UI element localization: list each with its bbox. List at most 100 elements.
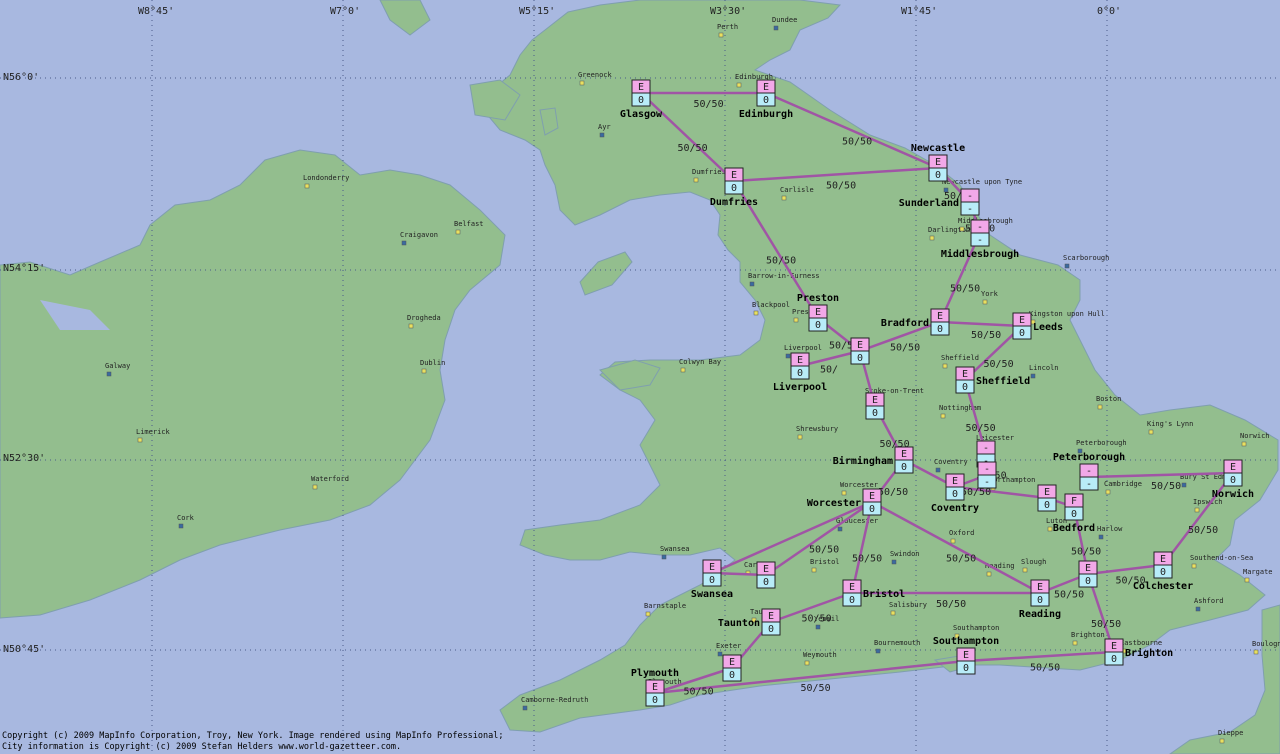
city-name: Dumfries	[710, 196, 758, 208]
node-top-value: E	[869, 491, 875, 502]
node-bottom-value: 0	[1085, 576, 1091, 587]
city-node[interactable]: E0	[722, 654, 742, 682]
city-name: Reading	[1019, 608, 1061, 620]
route-label: 50/50	[936, 599, 966, 610]
node-bottom-value: 0	[869, 504, 875, 515]
node-top-value: E	[952, 476, 958, 487]
svg-text:Ayr: Ayr	[598, 123, 611, 131]
lon-label: W5°15'	[519, 6, 555, 17]
node-bottom-value: 0	[797, 368, 803, 379]
svg-text:Sheffield: Sheffield	[941, 354, 979, 362]
node-bottom-value: 0	[1019, 328, 1025, 339]
node-bottom-value: 0	[638, 95, 644, 106]
city-name: Sheffield	[976, 375, 1030, 387]
svg-text:Kingston upon Hull: Kingston upon Hull	[1029, 310, 1105, 318]
svg-text:Cork: Cork	[177, 514, 195, 522]
city-name: Norwich	[1212, 488, 1254, 500]
node-bottom-value: 0	[1230, 475, 1236, 486]
node-top-value: E	[1160, 554, 1166, 565]
svg-text:Weymouth: Weymouth	[803, 651, 837, 659]
node-bottom-value: 0	[763, 95, 769, 106]
svg-text:Camborne-Redruth: Camborne-Redruth	[521, 696, 588, 704]
node-bottom-value: 0	[963, 663, 969, 674]
credit-line: City information is Copyright (c) 2009 S…	[2, 742, 402, 752]
route-label: 50/50	[694, 99, 724, 110]
city-node[interactable]: E0	[865, 392, 885, 420]
svg-text:King's Lynn: King's Lynn	[1147, 420, 1193, 428]
node-bottom-value: -	[967, 204, 973, 215]
svg-text:Barrow-in-Furness: Barrow-in-Furness	[748, 272, 820, 280]
svg-text:Margate: Margate	[1243, 568, 1273, 576]
route-label: 50/50	[1188, 525, 1218, 536]
node-top-value: E	[1085, 563, 1091, 574]
city-name: Leeds	[1033, 322, 1063, 333]
svg-text:Dublin: Dublin	[420, 359, 445, 367]
svg-text:Bournemouth: Bournemouth	[874, 639, 920, 647]
route-label: 50/50	[890, 343, 920, 354]
svg-text:Slough: Slough	[1021, 558, 1046, 566]
svg-text:Boulogne: Boulogne	[1252, 640, 1280, 648]
city-name: Peterborough	[1053, 452, 1125, 463]
city-node[interactable]: E0	[756, 561, 776, 589]
route-label: 50/50	[842, 137, 872, 148]
svg-text:Boston: Boston	[1096, 395, 1121, 403]
city-name: Middlesbrough	[941, 248, 1019, 260]
route-label: 50/50	[878, 487, 908, 498]
node-bottom-value: 0	[1044, 500, 1050, 511]
city-name: Worcester	[807, 498, 861, 509]
svg-text:Salisbury: Salisbury	[889, 601, 927, 609]
svg-text:Dundee: Dundee	[772, 16, 797, 24]
city-name: Plymouth	[631, 668, 679, 679]
route-label: 50/50	[950, 284, 980, 295]
svg-text:York: York	[981, 290, 999, 298]
route-label: 50/50	[684, 687, 714, 698]
city-name: Coventry	[931, 503, 979, 514]
svg-text:Barnstaple: Barnstaple	[644, 602, 686, 610]
node-top-value: E	[763, 564, 769, 575]
city-name: Taunton	[718, 618, 760, 629]
node-top-value: E	[709, 562, 715, 573]
route-label: 50/	[820, 365, 838, 376]
route-label: 50/50	[1091, 619, 1121, 630]
city-name: Edinburgh	[739, 108, 793, 120]
node-top-value: E	[901, 449, 907, 460]
svg-text:Peterborough: Peterborough	[1076, 439, 1127, 447]
node-top-value: E	[857, 340, 863, 351]
city-name: Birmingham	[833, 455, 893, 467]
svg-text:Lincoln: Lincoln	[1029, 364, 1059, 372]
node-top-value: F	[1071, 496, 1077, 507]
route-label: 50/50	[984, 359, 1014, 370]
route-label: 50/50	[766, 256, 796, 267]
node-top-value: E	[935, 157, 941, 168]
route-label: 50/50	[809, 545, 839, 556]
svg-text:Worcester: Worcester	[840, 481, 878, 489]
map-canvas[interactable]: W8°45' W7°0' W5°15' W3°30' W1°45' 0°0' N…	[0, 0, 1280, 754]
node-top-value: E	[849, 582, 855, 593]
svg-text:Southampton: Southampton	[953, 624, 999, 632]
node-top-value: E	[1037, 582, 1043, 593]
city-name: Glasgow	[620, 109, 663, 120]
svg-text:Limerick: Limerick	[136, 428, 171, 436]
svg-text:Drogheda: Drogheda	[407, 314, 441, 322]
svg-text:Galway: Galway	[105, 362, 130, 370]
city-name: Preston	[797, 293, 839, 304]
svg-text:Waterford: Waterford	[311, 475, 349, 483]
city-node[interactable]: E0	[1037, 484, 1057, 512]
lon-label: W8°45'	[138, 6, 174, 17]
node-top-value: -	[984, 464, 990, 475]
node-bottom-value: 0	[962, 382, 968, 393]
lon-label: W1°45'	[901, 6, 937, 17]
city-name: Bedford	[1053, 523, 1095, 534]
svg-text:Exeter: Exeter	[716, 642, 741, 650]
svg-text:Oxford: Oxford	[949, 529, 974, 537]
svg-text:Swansea: Swansea	[660, 545, 690, 553]
city-node[interactable]: E0	[850, 337, 870, 365]
svg-text:Norwich: Norwich	[1240, 432, 1270, 440]
node-bottom-value: 0	[1071, 509, 1077, 520]
node-bottom-value: 0	[763, 577, 769, 588]
route-label: 50/50	[961, 487, 991, 498]
city-node[interactable]: --	[977, 461, 997, 489]
city-node[interactable]: E0	[1078, 560, 1098, 588]
node-bottom-value: -	[984, 477, 990, 488]
node-bottom-value: 0	[1111, 654, 1117, 665]
